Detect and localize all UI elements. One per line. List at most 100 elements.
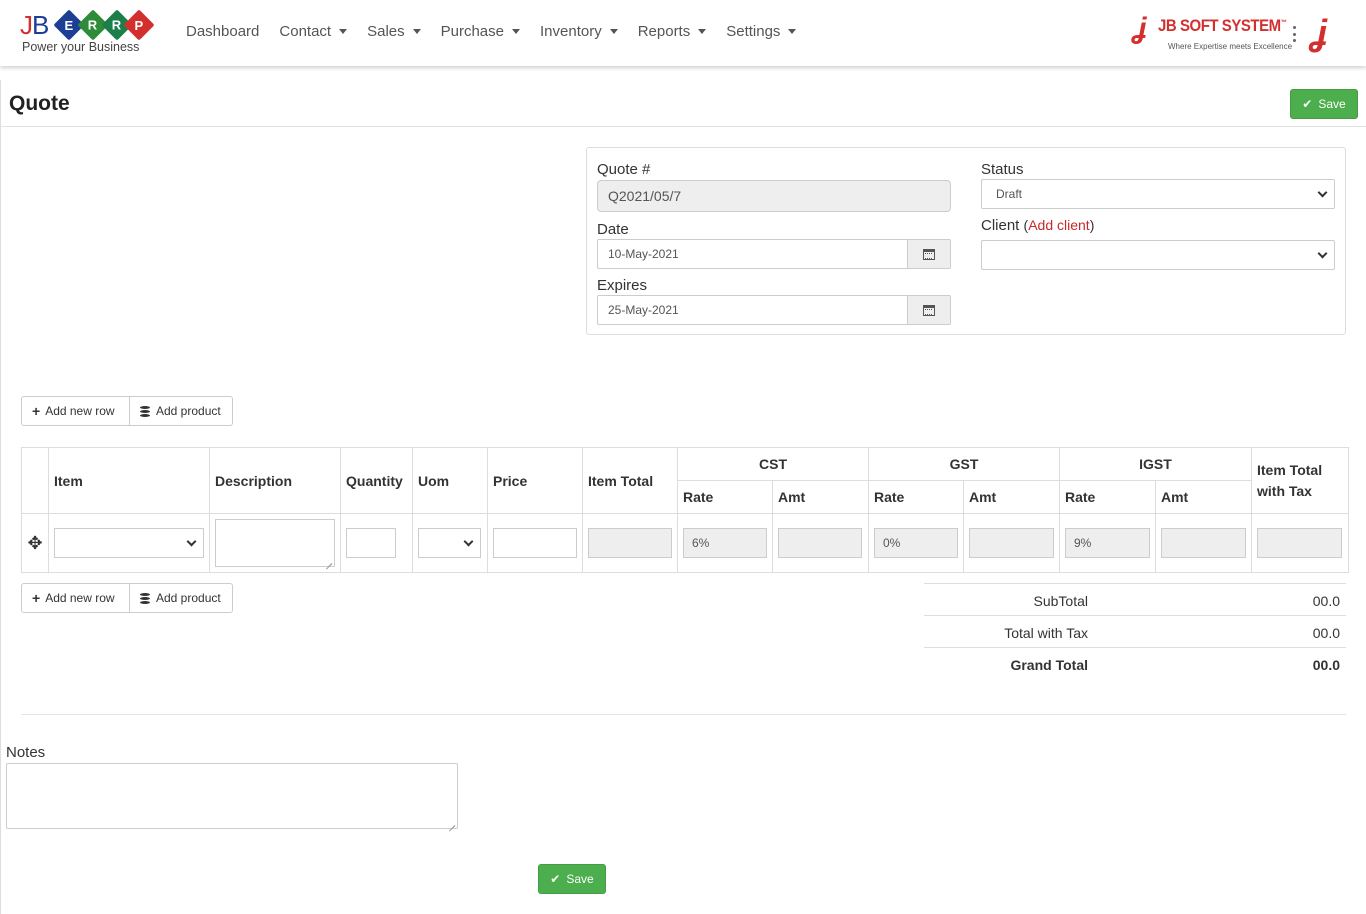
caret-down-icon [412, 29, 421, 34]
caret-down-icon [609, 29, 618, 34]
col-price: Price [487, 447, 583, 514]
add-row-label: Add new row [45, 591, 115, 605]
nav-inventory[interactable]: Inventory [540, 23, 618, 40]
check-icon: ✔ [1302, 97, 1313, 111]
notes-textarea[interactable] [6, 763, 458, 829]
brand-mark-icon: ʝ [1134, 12, 1147, 45]
nav-purchase[interactable]: Purchase [441, 23, 520, 40]
gst-amt-field [969, 528, 1054, 558]
nav-label: Inventory [540, 23, 602, 40]
nav-sales[interactable]: Sales [367, 23, 421, 40]
save-button-bottom[interactable]: ✔ Save [538, 864, 606, 894]
client-select[interactable] [981, 240, 1335, 270]
jberp-logo[interactable]: JB E R R P Power your Business [20, 9, 155, 58]
description-input[interactable] [215, 519, 335, 567]
save-label: Save [566, 872, 594, 886]
totals-panel: SubTotal 00.0 Total with Tax 00.0 Grand … [924, 583, 1346, 679]
col-cst-amt: Amt [772, 480, 869, 514]
nav-label: Contact [279, 23, 332, 40]
col-item: Item [48, 447, 210, 514]
total-with-tax-value: 00.0 [1312, 625, 1340, 641]
page-title: Quote [9, 92, 70, 115]
col-description: Description [209, 447, 341, 514]
add-product-button[interactable]: Add product [130, 583, 233, 613]
uom-select[interactable] [418, 528, 481, 558]
table-row: ✥ 6% 0% 9% [21, 513, 1349, 573]
nav-label: Purchase [440, 23, 504, 40]
col-cst: CST [677, 447, 869, 481]
nav-reports[interactable]: Reports [638, 23, 707, 40]
save-button-top[interactable]: ✔ Save [1290, 89, 1358, 119]
resize-handle-icon[interactable] [447, 818, 455, 826]
nav-label: Settings [726, 23, 781, 40]
chevron-down-icon [186, 536, 197, 547]
date-picker-button[interactable] [907, 240, 950, 268]
main-nav: Dashboard Contact Sales Purchase Invento… [186, 23, 816, 40]
col-uom: Uom [412, 447, 488, 514]
quantity-input[interactable] [346, 528, 396, 558]
drag-column-header [21, 447, 49, 514]
database-icon [140, 592, 150, 604]
nav-contact[interactable]: Contact [279, 23, 348, 40]
date-field[interactable]: 10-May-2021 [597, 239, 951, 269]
subtotal-value: 00.0 [1312, 593, 1340, 609]
status-label: Status [981, 161, 1024, 178]
row-actions-bottom: + Add new row Add product [21, 583, 233, 613]
database-icon [140, 405, 150, 417]
user-avatar[interactable]: ʝ [1312, 12, 1350, 54]
chevron-down-icon [1317, 187, 1328, 198]
col-quantity: Quantity [340, 447, 413, 514]
client-label-group: Client (Add client) [981, 217, 1095, 234]
add-row-label: Add new row [45, 404, 115, 418]
plus-icon: + [32, 590, 41, 606]
subtotal-label: SubTotal [1033, 593, 1088, 609]
expires-field[interactable]: 25-May-2021 [597, 295, 951, 325]
notes-label: Notes [6, 744, 46, 761]
page-left-border [0, 80, 1, 914]
nav-settings[interactable]: Settings [726, 23, 797, 40]
add-new-row-button[interactable]: + Add new row [21, 583, 130, 613]
col-cst-rate: Rate [677, 480, 773, 514]
item-total-with-tax-field [1257, 528, 1342, 558]
caret-down-icon [339, 29, 348, 34]
add-new-row-button[interactable]: + Add new row [21, 396, 130, 426]
cst-amt-field [778, 528, 862, 558]
add-client-link[interactable]: (Add client) [1024, 217, 1095, 233]
nav-label: Reports [637, 23, 691, 40]
col-gst: GST [868, 447, 1060, 481]
resize-handle-icon[interactable] [324, 556, 332, 564]
col-igst: IGST [1059, 447, 1252, 481]
date-label: Date [597, 221, 629, 238]
move-icon[interactable]: ✥ [21, 513, 49, 573]
status-select[interactable]: Draft [981, 179, 1335, 209]
kebab-menu-icon[interactable] [1291, 26, 1297, 42]
caret-down-icon [698, 29, 707, 34]
save-label: Save [1318, 97, 1346, 111]
quote-meta-panel: Quote # Q2021/05/7 Date 10-May-2021 Expi… [586, 147, 1346, 335]
col-gst-rate: Rate [868, 480, 964, 514]
col-igst-rate: Rate [1059, 480, 1156, 514]
brand-name: JB SOFT SYSTEM™ [1158, 16, 1287, 35]
jb-soft-system-logo: ʝ JB SOFT SYSTEM™ Where Expertise meets … [1134, 10, 1292, 56]
logo-jb-text: JB [20, 10, 49, 40]
gst-rate-field: 0% [874, 528, 958, 558]
total-with-tax-label: Total with Tax [1004, 625, 1088, 641]
quote-number-field: Q2021/05/7 [597, 180, 951, 212]
logo-tagline: Power your Business [22, 40, 140, 54]
add-product-label: Add product [156, 404, 221, 418]
nav-dashboard[interactable]: Dashboard [186, 23, 259, 40]
col-item-total-with-tax: Item Total with Tax [1251, 447, 1349, 514]
caret-down-icon [788, 29, 797, 34]
notes-divider [21, 714, 1346, 715]
plus-icon: + [32, 403, 41, 419]
grand-total-value: 00.0 [1312, 657, 1340, 673]
expires-picker-button[interactable] [907, 296, 950, 324]
title-divider [0, 126, 1366, 127]
add-product-label: Add product [156, 591, 221, 605]
row-actions-top: + Add new row Add product [21, 396, 233, 426]
check-icon: ✔ [550, 872, 561, 886]
price-input[interactable] [493, 528, 577, 558]
add-product-button[interactable]: Add product [130, 396, 233, 426]
item-select[interactable] [54, 528, 204, 558]
calendar-icon [923, 304, 935, 316]
